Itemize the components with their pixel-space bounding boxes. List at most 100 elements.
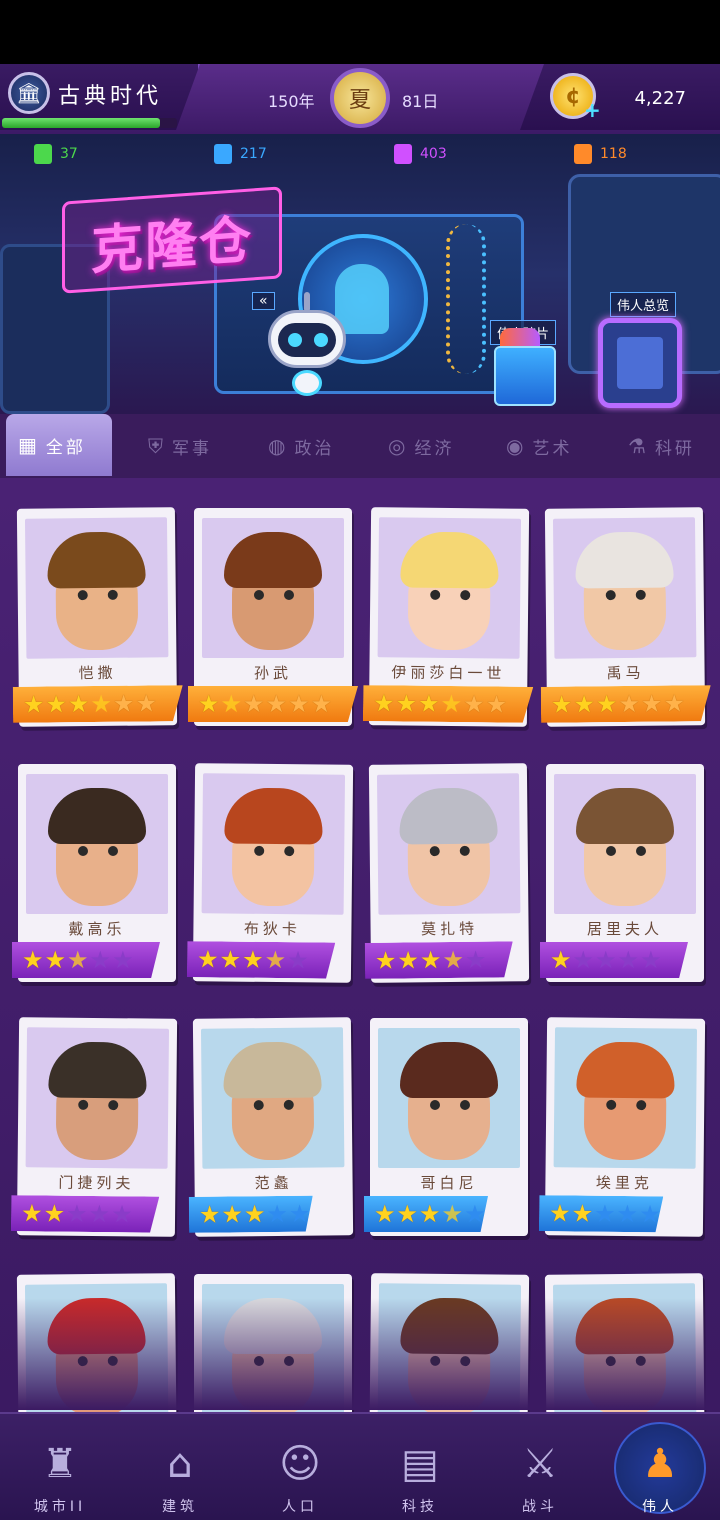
tab-politics[interactable]: ◍ 政治: [268, 424, 334, 468]
star-icon: ★: [220, 690, 243, 718]
hero-hair: [400, 531, 499, 589]
tab-economy[interactable]: ◎ 经济: [388, 424, 454, 468]
hero-portrait: [24, 517, 169, 659]
star-icon: ★: [663, 689, 686, 718]
nav-label: 战斗: [522, 1499, 558, 1515]
nav-item[interactable]: ☺ 人口: [240, 1414, 360, 1520]
star-icon: ★: [44, 946, 67, 974]
hero-card[interactable]: 伊丽莎白一世 ★ ★ ★ ★ ★ ★: [369, 507, 529, 727]
star-icon: ★: [196, 945, 219, 974]
book-icon: ▤: [401, 1441, 439, 1487]
nav-item[interactable]: ♟ 伟人: [600, 1414, 720, 1520]
resource-blue-value: 217: [240, 146, 267, 162]
day-label: 81日: [402, 92, 439, 111]
hero-eye: [283, 1099, 294, 1110]
tab-art[interactable]: ◉ 艺术: [506, 424, 572, 468]
hero-card[interactable]: 戴高乐 ★ ★ ★ ★ ★: [12, 764, 176, 982]
overview-board-button[interactable]: [598, 318, 682, 408]
nav-item[interactable]: ♜ 城市II: [0, 1414, 120, 1520]
hero-eye: [78, 1099, 89, 1110]
star-icon: ★: [440, 689, 463, 719]
hero-eye: [430, 589, 441, 600]
hero-portrait: [552, 517, 697, 659]
star-icon: ★: [20, 1199, 43, 1228]
star-rating: ★ ★ ★ ★ ★ ★: [541, 685, 711, 723]
era-panel[interactable]: 🏛 古典时代: [0, 64, 200, 130]
star-icon: ★: [310, 690, 333, 718]
hero-name: 莫扎特: [420, 919, 479, 939]
hero-portrait: [25, 1027, 170, 1169]
star-icon: ★: [288, 1199, 311, 1228]
robot-assistant[interactable]: [262, 290, 352, 400]
hero-card[interactable]: 布狄卡 ★ ★ ★ ★ ★: [193, 763, 354, 983]
resource-orange-value: 118: [600, 146, 627, 162]
add-coins-icon[interactable]: +: [584, 98, 601, 122]
nav-item[interactable]: ⚔ 战斗: [480, 1414, 600, 1520]
nav-item[interactable]: ▤ 科技: [360, 1414, 480, 1520]
hero-hair: [224, 532, 322, 588]
star-icon: ★: [640, 689, 663, 718]
hero-name: 门捷列夫: [58, 1173, 135, 1193]
hero-hair: [224, 787, 323, 845]
resource-green: 37: [34, 144, 78, 164]
microscope-icon: ⚗: [628, 434, 649, 458]
hero-eye: [284, 846, 295, 857]
hero-card[interactable]: 埃里克 ★ ★ ★ ★ ★: [545, 1017, 706, 1237]
star-icon: ★: [464, 945, 487, 974]
star-icon: ★: [90, 689, 113, 719]
hero-card[interactable]: 居里夫人 ★ ★ ★ ★ ★: [540, 764, 704, 982]
star-rating: ★ ★ ★ ★ ★: [365, 941, 513, 979]
star-icon: ★: [67, 690, 90, 719]
category-tabs: ▦ 全部 ⛨ 军事 ◍ 政治 ◎ 经济 ◉ 艺术 ⚗ 科研: [0, 414, 720, 478]
star-icon: ★: [417, 689, 440, 718]
year-label: 150年: [268, 92, 315, 111]
star-rating: ★ ★ ★ ★ ★ ★: [13, 685, 183, 723]
hero-eye: [430, 1100, 440, 1110]
bust-icon: ♟: [642, 1441, 678, 1487]
hero-name: 恺撒: [78, 663, 117, 683]
star-icon: ★: [396, 1200, 419, 1228]
nav-item[interactable]: ⌂ 建筑: [120, 1414, 240, 1520]
star-icon: ★: [89, 946, 112, 974]
robot-eye-icon: [288, 333, 302, 347]
hero-portrait: [200, 1027, 345, 1169]
hero-eye: [108, 1100, 119, 1111]
hero-eye: [254, 590, 264, 600]
tab-research[interactable]: ⚗ 科研: [628, 424, 695, 468]
star-rating: ★ ★ ★ ★ ★ ★: [363, 685, 533, 723]
hero-card[interactable]: 孙武 ★ ★ ★ ★ ★ ★: [188, 508, 358, 726]
hero-grid: 恺撒 ★ ★ ★ ★ ★ ★ 孙武 ★ ★ ★ ★ ★ ★ 伊丽莎白一世 ★ ★ ★ ★ ★ ★ 禹马 ★ ★ ★ ★ ★ ★ 戴高乐 ★…: [0, 478, 720, 1412]
hero-name: 居里夫人: [586, 920, 663, 938]
star-icon: ★: [265, 690, 288, 718]
star-rating: ★ ★ ★ ★ ★: [189, 1196, 313, 1233]
hero-card[interactable]: 恺撒 ★ ★ ★ ★ ★ ★: [17, 507, 177, 727]
tab-all[interactable]: ▦ 全部: [6, 414, 112, 476]
hero-eye: [635, 589, 646, 600]
tab-military[interactable]: ⛨ 军事: [148, 424, 212, 468]
hero-card[interactable]: 莫扎特 ★ ★ ★ ★ ★: [369, 763, 530, 983]
coins-icon: ◎: [388, 434, 409, 458]
grid-fade: [0, 1298, 720, 1410]
hero-eye: [254, 845, 265, 856]
castle-icon: ♜: [42, 1441, 78, 1487]
star-icon: ★: [372, 689, 395, 718]
resource-blue: 217: [214, 144, 267, 164]
star-icon: ★: [135, 689, 158, 718]
hero-eye: [636, 846, 646, 856]
resource-purple: 403: [394, 144, 447, 164]
star-rating: ★ ★ ★ ★ ★: [539, 1195, 663, 1232]
nav-label: 建筑: [162, 1499, 198, 1515]
hero-card[interactable]: 门捷列夫 ★ ★ ★ ★ ★: [17, 1017, 178, 1237]
star-icon: ★: [198, 1200, 221, 1229]
hero-card[interactable]: 哥白尼 ★ ★ ★ ★ ★: [364, 1018, 528, 1236]
hero-card[interactable]: 禹马 ★ ★ ★ ★ ★ ★: [545, 507, 705, 727]
hero-name: 伊丽莎白一世: [391, 663, 506, 683]
fragment-box-button[interactable]: [494, 346, 556, 406]
star-icon: ★: [241, 945, 264, 974]
coin-panel[interactable]: ¢ + 4,227: [520, 64, 720, 130]
season-badge[interactable]: 夏: [330, 68, 390, 128]
resource-purple-value: 403: [420, 146, 447, 162]
hero-card[interactable]: 范蠡 ★ ★ ★ ★ ★: [193, 1017, 354, 1237]
resource-purple-icon: [394, 144, 412, 164]
star-icon: ★: [550, 946, 572, 974]
